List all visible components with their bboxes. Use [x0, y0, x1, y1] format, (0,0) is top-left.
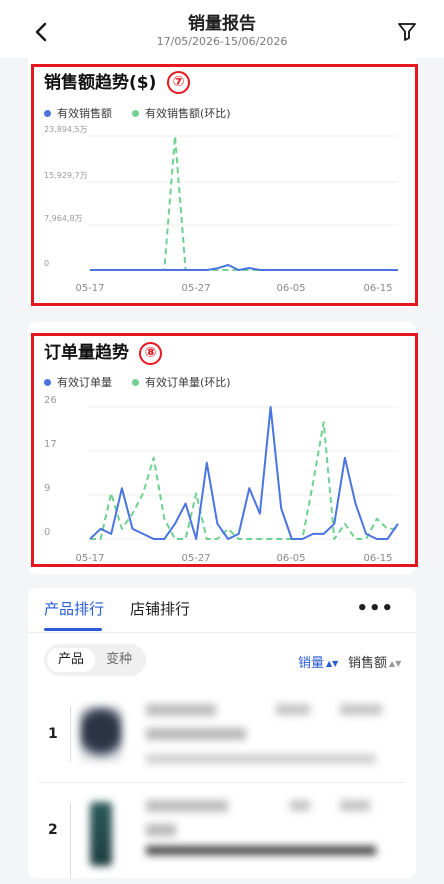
product-subtitle-blurred — [146, 728, 246, 740]
product-subtitle-blurred — [146, 824, 176, 836]
amount-value-blurred — [340, 704, 382, 715]
tab-product-ranking[interactable]: 产品排行 — [44, 598, 104, 619]
sort-by-sales[interactable]: 销量 ▲▼ — [298, 652, 338, 671]
segment-product[interactable]: 产品 — [47, 648, 95, 672]
amount-value-blurred — [340, 800, 370, 811]
sales-value-blurred — [276, 704, 310, 715]
segment-variant[interactable]: 变种 — [95, 648, 143, 672]
row-separator — [38, 782, 406, 783]
rank-number: 2 — [48, 822, 58, 838]
sort-icon: ▲▼ — [389, 659, 402, 668]
product-variant-toggle: 产品 变种 — [44, 644, 146, 676]
product-meta-blurred — [146, 754, 376, 764]
product-thumbnail — [80, 706, 122, 762]
row-divider — [70, 706, 71, 762]
ranking-row[interactable]: 1 — [28, 684, 416, 784]
sales-value-blurred — [290, 800, 310, 811]
highlight-box-sales-chart — [31, 64, 418, 306]
highlight-box-order-chart — [31, 333, 418, 567]
product-name-blurred — [146, 800, 228, 812]
ranking-row[interactable]: 2 — [28, 784, 416, 884]
tab-store-ranking[interactable]: 店铺排行 — [130, 598, 190, 619]
ranking-card: 产品排行 店铺排行 ••• 产品 变种 销量 ▲▼ 销售额 ▲▼ 1 2 — [28, 588, 416, 878]
active-tab-indicator — [44, 628, 102, 631]
rank-number: 1 — [48, 726, 58, 742]
product-name-blurred — [146, 704, 216, 716]
product-thumbnail — [90, 802, 112, 866]
sort-desc-icon: ▲▼ — [326, 659, 339, 668]
divider — [28, 632, 416, 633]
product-meta-blurred — [146, 846, 376, 855]
sort-by-amount[interactable]: 销售额 ▲▼ — [348, 652, 401, 671]
row-divider — [70, 802, 71, 878]
more-options-button[interactable]: ••• — [356, 598, 394, 619]
